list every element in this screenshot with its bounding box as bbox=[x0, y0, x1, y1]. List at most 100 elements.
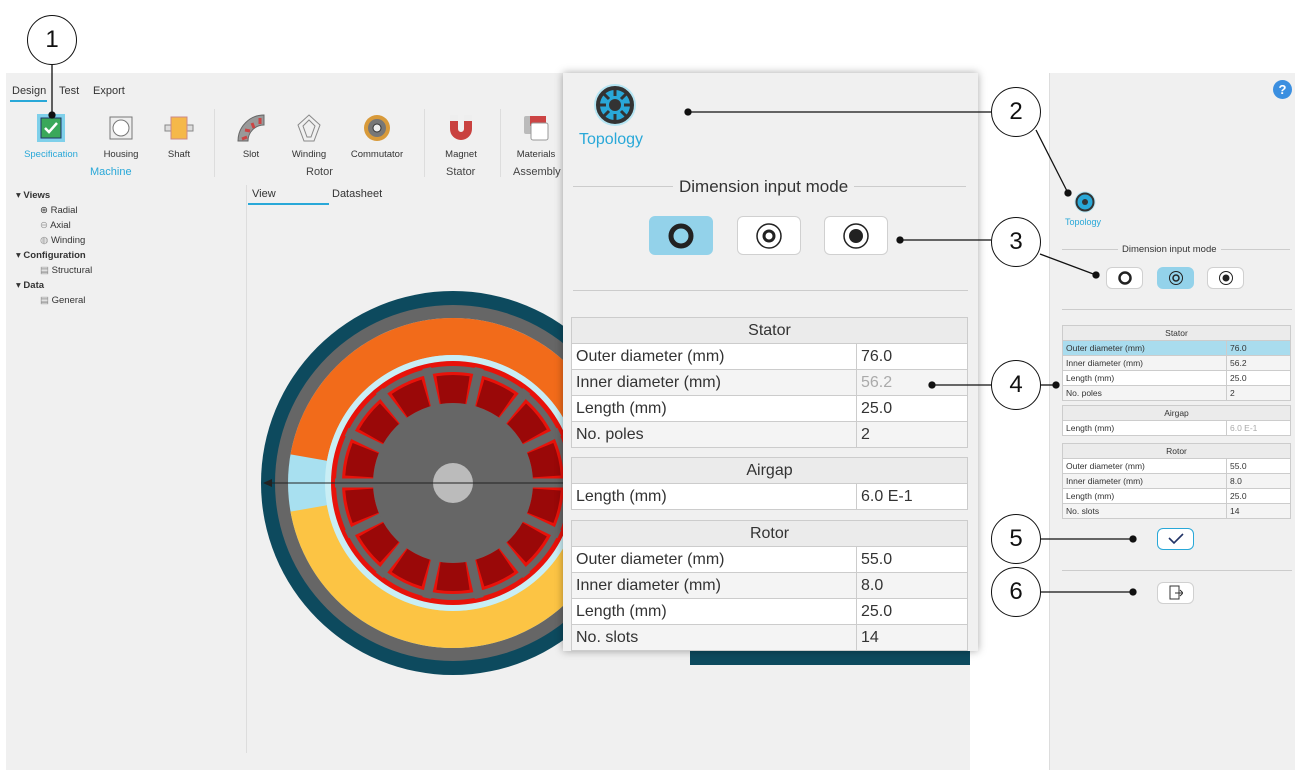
group-assembly: Assembly bbox=[513, 166, 561, 178]
row-value-input[interactable]: 14 bbox=[856, 624, 968, 651]
tree-item-winding[interactable]: ◍ Winding bbox=[16, 233, 92, 248]
frame-strip bbox=[690, 650, 970, 665]
callout-3: 3 bbox=[991, 217, 1041, 267]
row-value-input[interactable]: 25.0 bbox=[856, 598, 968, 625]
divider bbox=[1062, 570, 1292, 571]
row-label: Inner diameter (mm) bbox=[571, 572, 857, 599]
right-panel: ? Topology Dimension input mode Stator Ou… bbox=[1049, 73, 1295, 770]
table-row[interactable]: No. poles 2 bbox=[571, 421, 968, 448]
table-row[interactable]: Outer diameter (mm) 55.0 bbox=[571, 546, 968, 573]
table-header: Rotor bbox=[1062, 443, 1291, 459]
tab-design[interactable]: Design bbox=[12, 85, 46, 97]
table-row[interactable]: Length (mm) 25.0 bbox=[1062, 370, 1291, 386]
commutator-icon bbox=[364, 115, 390, 141]
tree-node-views[interactable]: ▾ Views bbox=[16, 188, 92, 203]
row-value-input[interactable]: 8.0 bbox=[1226, 473, 1291, 489]
row-value-input[interactable]: 6.0 E-1 bbox=[856, 483, 968, 510]
tab-underline bbox=[248, 203, 329, 205]
winding-button[interactable]: Winding bbox=[274, 113, 344, 160]
row-value-input[interactable]: 2 bbox=[1226, 385, 1291, 401]
table-row[interactable]: No. slots 14 bbox=[571, 624, 968, 651]
row-value-input[interactable]: 76.0 bbox=[1226, 340, 1291, 356]
table-row[interactable]: Length (mm) 25.0 bbox=[1062, 488, 1291, 504]
table-row[interactable]: Length (mm) 6.0 E-1 bbox=[571, 483, 968, 510]
mode-center-button[interactable] bbox=[1207, 267, 1244, 289]
table-row[interactable]: Inner diameter (mm) 8.0 bbox=[571, 572, 968, 599]
table-row[interactable]: Outer diameter (mm) 55.0 bbox=[1062, 458, 1291, 474]
table-row[interactable]: Inner diameter (mm) 56.2 bbox=[571, 369, 968, 396]
commutator-button[interactable]: Commutator bbox=[342, 113, 412, 160]
tab-datasheet[interactable]: Datasheet bbox=[332, 188, 382, 200]
tab-test[interactable]: Test bbox=[59, 85, 79, 97]
mode-outer-button[interactable] bbox=[1106, 267, 1143, 289]
tree-item-general[interactable]: ▤ General bbox=[16, 293, 92, 308]
tab-view[interactable]: View bbox=[252, 188, 276, 200]
topology-icon[interactable] bbox=[1074, 191, 1096, 213]
axial-icon: ⊖ bbox=[40, 220, 48, 231]
row-label: Length (mm) bbox=[571, 395, 857, 422]
row-value-input[interactable]: 55.0 bbox=[1226, 458, 1291, 474]
table-airgap: Airgap Length (mm) 6.0 E-1 bbox=[1062, 405, 1291, 436]
tab-export[interactable]: Export bbox=[93, 85, 125, 97]
shaft-button[interactable]: Shaft bbox=[144, 113, 214, 160]
checkbox-icon bbox=[37, 114, 65, 142]
materials-icon bbox=[524, 116, 549, 141]
tree-item-axial[interactable]: ⊖ Axial bbox=[16, 218, 92, 233]
mode-center-button[interactable] bbox=[824, 216, 888, 255]
divider bbox=[573, 290, 968, 291]
row-value-input[interactable]: 25.0 bbox=[1226, 370, 1291, 386]
row-value-input[interactable]: 8.0 bbox=[856, 572, 968, 599]
mode-outer-button[interactable] bbox=[649, 216, 713, 255]
row-value-input[interactable]: 25.0 bbox=[1226, 488, 1291, 504]
export-button[interactable] bbox=[1157, 582, 1194, 604]
callout-6: 6 bbox=[991, 567, 1041, 617]
table-row[interactable]: Outer diameter (mm) 76.0 bbox=[571, 343, 968, 370]
row-label: No. slots bbox=[1062, 503, 1227, 519]
topology-icon[interactable] bbox=[593, 83, 637, 127]
radial-icon: ⊛ bbox=[40, 205, 48, 216]
row-value-input[interactable]: 6.0 E-1 bbox=[1226, 420, 1291, 436]
row-value-input[interactable]: 76.0 bbox=[856, 343, 968, 370]
help-icon[interactable]: ? bbox=[1273, 80, 1292, 99]
tab-underline bbox=[10, 100, 47, 102]
row-value-input[interactable]: 25.0 bbox=[856, 395, 968, 422]
row-label: Length (mm) bbox=[1062, 370, 1227, 386]
tree-item-radial[interactable]: ⊛ Radial bbox=[16, 203, 92, 218]
row-label: Outer diameter (mm) bbox=[571, 546, 857, 573]
row-value-input[interactable]: 56.2 bbox=[1226, 355, 1291, 371]
export-file-icon bbox=[1169, 585, 1183, 600]
materials-button[interactable]: Materials bbox=[501, 113, 571, 160]
tree-node-configuration[interactable]: ▾ Configuration bbox=[16, 248, 92, 263]
apply-button[interactable] bbox=[1157, 528, 1194, 550]
specification-button[interactable]: Specification bbox=[16, 113, 86, 160]
table-row[interactable]: Length (mm) 25.0 bbox=[571, 598, 968, 625]
magnet-button[interactable]: Magnet bbox=[426, 113, 496, 160]
housing-icon bbox=[109, 116, 133, 140]
row-label: Length (mm) bbox=[1062, 488, 1227, 504]
ring-double-icon bbox=[1168, 271, 1183, 285]
table-row[interactable]: Length (mm) 6.0 E-1 bbox=[1062, 420, 1291, 436]
mode-inner-button[interactable] bbox=[737, 216, 801, 255]
tree-item-structural[interactable]: ▤ Structural bbox=[16, 263, 92, 278]
table-row[interactable]: Inner diameter (mm) 56.2 bbox=[1062, 355, 1291, 371]
table-row[interactable]: No. poles 2 bbox=[1062, 385, 1291, 401]
table-airgap: Airgap Length (mm) 6.0 E-1 bbox=[571, 457, 968, 510]
table-row[interactable]: Outer diameter (mm) 76.0 bbox=[1062, 340, 1291, 356]
row-label: Inner diameter (mm) bbox=[1062, 473, 1227, 489]
row-label: No. poles bbox=[1062, 385, 1227, 401]
shaft-icon bbox=[164, 116, 194, 140]
ring-dot-icon bbox=[843, 222, 869, 249]
mode-inner-button[interactable] bbox=[1157, 267, 1194, 289]
slot-icon bbox=[237, 114, 265, 142]
row-label: No. slots bbox=[571, 624, 857, 651]
row-value-input[interactable]: 56.2 bbox=[856, 369, 968, 396]
row-value-input[interactable]: 55.0 bbox=[856, 546, 968, 573]
ring-thick-icon bbox=[668, 223, 694, 248]
row-value-input[interactable]: 2 bbox=[856, 421, 968, 448]
table-row[interactable]: No. slots 14 bbox=[1062, 503, 1291, 519]
tree-node-data[interactable]: ▾ Data bbox=[16, 278, 92, 293]
row-value-input[interactable]: 14 bbox=[1226, 503, 1291, 519]
table-row[interactable]: Inner diameter (mm) 8.0 bbox=[1062, 473, 1291, 489]
table-row[interactable]: Length (mm) 25.0 bbox=[571, 395, 968, 422]
topology-label: Topology bbox=[1065, 217, 1102, 227]
